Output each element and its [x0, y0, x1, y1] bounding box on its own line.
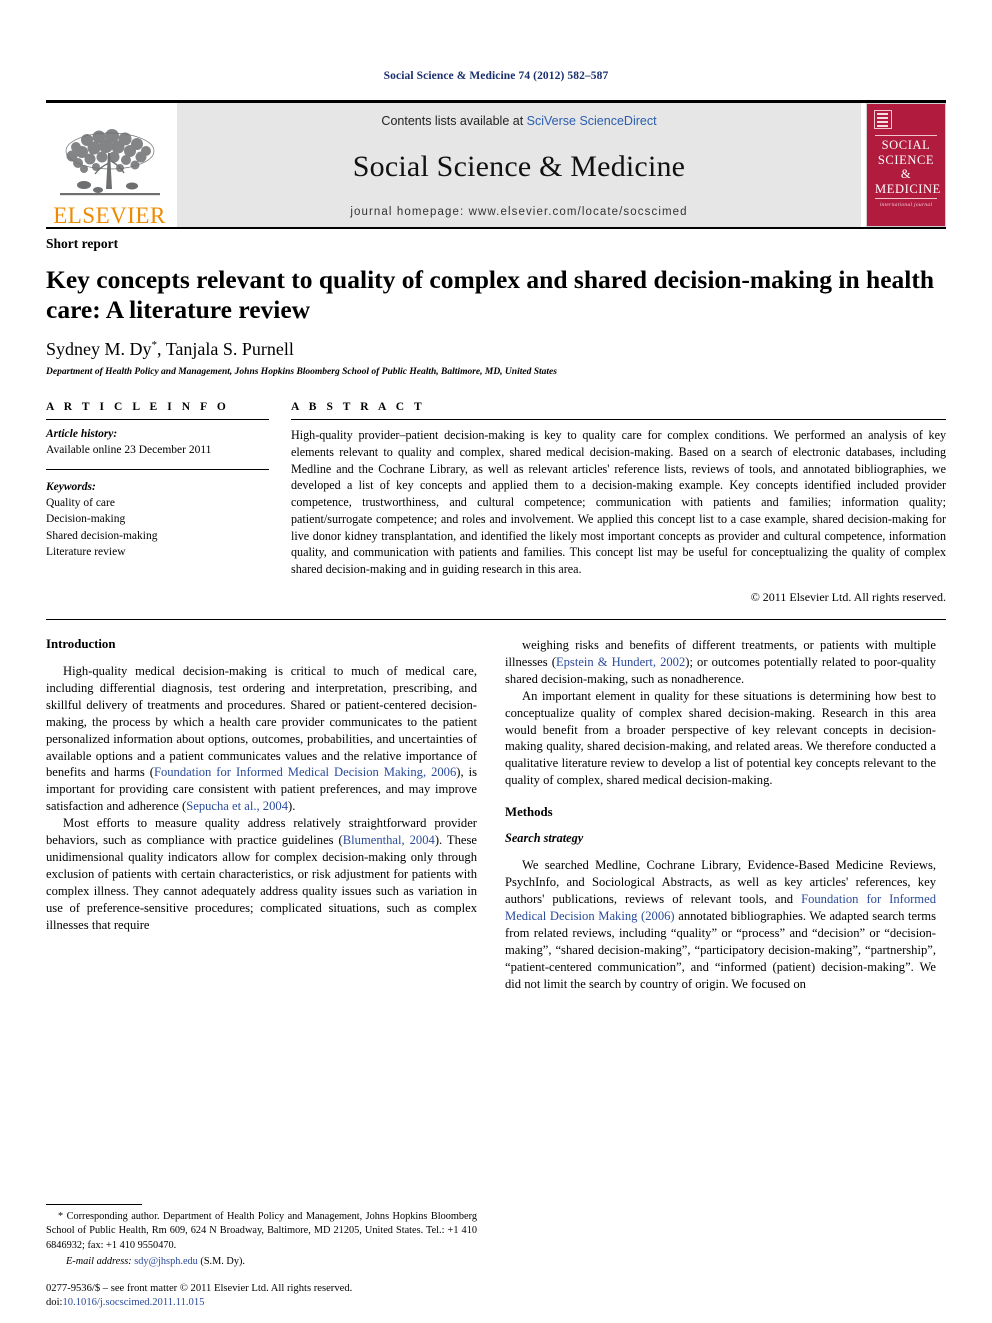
keywords-label: Keywords:: [46, 480, 96, 493]
elsevier-wordmark: ELSEVIER: [53, 203, 166, 228]
introduction-heading: Introduction: [46, 636, 116, 651]
doi-link[interactable]: 10.1016/j.socscimed.2011.11.015: [62, 1297, 204, 1308]
issn-copyright-line: 0277-9536/$ – see front matter © 2011 El…: [46, 1282, 353, 1294]
footnote-separator-rule: [46, 1203, 142, 1205]
journal-info-box: Contents lists available at SciVerse Sci…: [177, 103, 861, 227]
keyword-item: Shared decision-making: [46, 529, 158, 542]
cover-title: SOCIAL SCIENCE & MEDICINE: [875, 135, 941, 199]
info-abstract-region: A R T I C L E I N F O Article history: A…: [46, 401, 946, 605]
article-history-value: Available online 23 December 2011: [46, 444, 212, 457]
elsevier-logo: ELSEVIER: [46, 103, 173, 227]
cover-title-line-1: SOCIAL: [881, 138, 931, 152]
search-strategy-subheading: Search strategy: [505, 831, 584, 846]
cover-title-line-2: SCIENCE: [877, 152, 935, 167]
doi-line: doi:10.1016/j.socscimed.2011.11.015: [46, 1296, 516, 1311]
footnote-region: * Corresponding author. Department of He…: [46, 1203, 477, 1270]
journal-article-page: Social Science & Medicine 74 (2012) 582–…: [0, 0, 992, 1323]
right-paragraph-3: We searched Medline, Cochrane Library, E…: [505, 857, 936, 993]
abstract-rule-top: [291, 419, 946, 421]
methods-heading: Methods: [505, 805, 553, 820]
citation-link[interactable]: Blumenthal, 2004: [343, 833, 435, 847]
elsevier-mark-icon: [874, 110, 892, 129]
elsevier-tree-icon: [59, 129, 160, 196]
author-affiliation: Department of Health Policy and Manageme…: [46, 367, 557, 378]
journal-homepage-link[interactable]: journal homepage: www.elsevier.com/locat…: [350, 206, 687, 218]
article-type-label: Short report: [46, 236, 119, 251]
abstract-text: High-quality provider–patient decision-m…: [291, 428, 946, 577]
right-paragraph-1: weighing risks and benefits of different…: [505, 637, 936, 688]
corresponding-author-footnote: * Corresponding author. Department of He…: [46, 1210, 477, 1254]
intro-p2-text-b: ). These unidimensional quality indicato…: [46, 833, 477, 932]
keyword-item: Literature review: [46, 546, 126, 559]
email-footnote: E-mail address: sdy@jhsph.edu (S.M. Dy).: [46, 1255, 477, 1270]
citation-link[interactable]: Epstein & Hundert, 2002: [556, 655, 685, 669]
body-right-column: weighing risks and benefits of different…: [505, 637, 936, 993]
abstract-copyright: © 2011 Elsevier Ltd. All rights reserved…: [750, 589, 946, 604]
author-list: Sydney M. Dy*, Tanjala S. Purnell: [46, 339, 946, 360]
running-head: Social Science & Medicine 74 (2012) 582–…: [383, 70, 609, 82]
contents-available-line: Contents lists available at SciVerse Sci…: [381, 114, 656, 128]
article-info-heading: A R T I C L E I N F O: [46, 401, 230, 414]
intro-paragraph-1: High-quality medical decision-making is …: [46, 663, 477, 815]
intro-p1-text-a: High-quality medical decision-making is …: [46, 663, 477, 780]
email-address-label: E-mail address:: [66, 1256, 132, 1268]
doi-prefix: doi:: [46, 1297, 63, 1309]
citation-link[interactable]: Foundation for Informed Medical Decision…: [154, 765, 456, 779]
author-name-1: Sydney M. Dy: [46, 339, 152, 360]
abstract-column: A B S T R A C T High-quality provider–pa…: [291, 401, 946, 605]
footnote-text: Corresponding author. Department of Heal…: [46, 1210, 477, 1251]
keyword-item: Quality of care: [46, 497, 115, 510]
article-info-column: A R T I C L E I N F O Article history: A…: [46, 401, 291, 605]
contents-prefix-text: Contents lists available at: [381, 114, 527, 128]
keywords-block: Keywords: Quality of care Decision-makin…: [46, 479, 269, 561]
cover-title-line-3: &: [900, 167, 912, 181]
article-history-block: Article history: Available online 23 Dec…: [46, 426, 269, 459]
right-paragraph-2: An important element in quality for thes…: [505, 688, 936, 788]
masthead-bottom-rule: [46, 227, 946, 229]
author-name-rest: , Tanjala S. Purnell: [157, 339, 294, 360]
email-owner-suffix: (S.M. Dy).: [197, 1256, 246, 1268]
article-info-rule-top: [46, 419, 269, 421]
email-address-link[interactable]: sdy@jhsph.edu: [134, 1256, 198, 1267]
cover-subtitle: international journal: [879, 202, 933, 208]
sciencedirect-link[interactable]: SciVerse ScienceDirect: [527, 114, 657, 128]
abstract-bottom-rule: [46, 618, 946, 620]
citation-link[interactable]: Sepucha et al., 2004: [186, 799, 288, 813]
abstract-heading: A B S T R A C T: [291, 401, 426, 414]
journal-masthead: ELSEVIER Contents lists available at Sci…: [46, 100, 946, 227]
article-title: Key concepts relevant to quality of comp…: [46, 265, 935, 325]
body-left-column: Introduction High-quality medical decisi…: [46, 637, 477, 993]
article-history-label: Article history:: [46, 428, 118, 441]
journal-cover-thumbnail: SOCIAL SCIENCE & MEDICINE international …: [866, 103, 946, 227]
article-info-rule-mid: [46, 468, 269, 470]
intro-paragraph-2: Most efforts to measure quality address …: [46, 815, 477, 934]
journal-title: Social Science & Medicine: [352, 150, 686, 183]
body-two-column-region: Introduction High-quality medical decisi…: [46, 637, 946, 993]
imprint-region: 0277-9536/$ – see front matter © 2011 El…: [46, 1282, 516, 1311]
cover-title-line-4: MEDICINE: [875, 181, 941, 196]
intro-p1-text-c: ).: [288, 799, 296, 814]
keyword-item: Decision-making: [46, 513, 126, 526]
